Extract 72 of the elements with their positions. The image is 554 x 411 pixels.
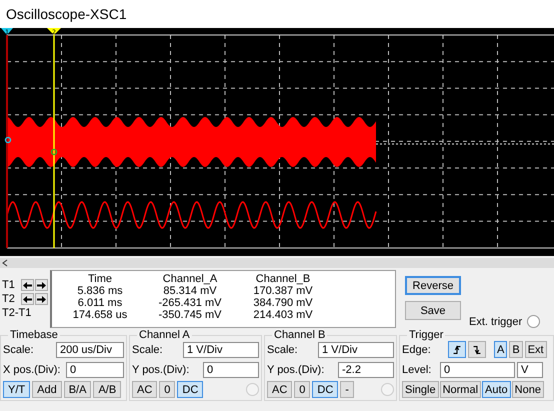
- coupling-button[interactable]: AC: [267, 381, 292, 398]
- window-title: Oscilloscope-XSC1: [6, 6, 127, 22]
- ext-trigger-label: Ext. trigger: [469, 316, 522, 328]
- input-field[interactable]: 0: [440, 362, 515, 378]
- marker-icon: [50, 148, 58, 156]
- cursor-left-button[interactable]: [21, 293, 34, 305]
- radio-button[interactable]: [246, 383, 259, 396]
- column-header: Channel_A: [162, 273, 218, 285]
- save-button[interactable]: Save: [405, 301, 461, 320]
- mode-button[interactable]: Single: [402, 381, 439, 398]
- field-label: X pos.(Div):: [3, 364, 62, 376]
- source-button[interactable]: B: [509, 341, 523, 358]
- coupling-button[interactable]: 0: [294, 381, 310, 398]
- input-field[interactable]: 0: [66, 362, 124, 378]
- radio-button[interactable]: [527, 315, 540, 328]
- falling-edge-button[interactable]: [468, 341, 486, 358]
- input-field[interactable]: 1 V/Div: [318, 342, 394, 358]
- scrollbar[interactable]: [0, 258, 554, 268]
- table-cell-text: 85.314 mV: [162, 285, 218, 297]
- falling-edge-icon: [471, 344, 483, 356]
- coupling-button[interactable]: DC: [312, 381, 338, 398]
- mode-button[interactable]: None: [512, 381, 544, 398]
- coupling-button[interactable]: -: [340, 381, 354, 398]
- input-field[interactable]: 1 V/Div: [183, 342, 259, 358]
- mode-button[interactable]: A/B: [93, 381, 122, 398]
- field-label: Scale:: [267, 344, 299, 356]
- mode-button[interactable]: B/A: [64, 381, 92, 398]
- mode-button[interactable]: Y/T: [3, 381, 30, 398]
- field-label: Scale:: [3, 344, 35, 356]
- group-title: Trigger: [408, 329, 444, 341]
- input-field[interactable]: -2.2: [338, 362, 394, 378]
- cursor-label: T2-T1: [1, 307, 32, 319]
- group-title: Timebase: [9, 329, 59, 341]
- table-cell-text: -350.745 mV: [158, 309, 222, 321]
- table-cell-text: 6.011 ms: [76, 297, 124, 309]
- table-cell-text: -265.431 mV: [158, 297, 222, 309]
- mode-button[interactable]: Auto: [482, 381, 511, 398]
- reverse-button[interactable]: Reverse: [405, 276, 461, 295]
- table-cell-text: 5.836 ms: [76, 285, 124, 297]
- mode-button[interactable]: Normal: [440, 381, 482, 398]
- field-label: Edge:: [402, 344, 432, 356]
- source-button[interactable]: A: [494, 341, 508, 358]
- coupling-button[interactable]: DC: [177, 381, 204, 398]
- cursor-label: T1: [1, 279, 16, 291]
- source-button[interactable]: Ext: [524, 341, 547, 358]
- marker-icon: [4, 136, 12, 144]
- table-cell-text: 214.403 mV: [252, 309, 314, 321]
- radio-button[interactable]: [381, 383, 394, 396]
- rising-edge-button[interactable]: [448, 341, 466, 358]
- cursor-right-button[interactable]: [35, 293, 48, 305]
- coupling-button[interactable]: 0: [159, 381, 176, 398]
- table-cell-text: 170.387 mV: [252, 285, 314, 297]
- group-title: Channel B: [273, 329, 326, 341]
- column-header: Channel_B: [254, 273, 312, 285]
- field-label: Y pos.(Div):: [132, 364, 190, 376]
- field-label: Level:: [402, 364, 432, 376]
- input-field[interactable]: 0: [203, 362, 259, 378]
- unit-field[interactable]: V: [517, 362, 543, 378]
- coupling-button[interactable]: AC: [132, 381, 158, 398]
- field-label: Scale:: [132, 344, 164, 356]
- table-cell-text: 384.790 mV: [252, 297, 314, 309]
- mode-button[interactable]: Add: [32, 381, 62, 398]
- scroll-left-icon[interactable]: [2, 259, 8, 267]
- cursor-label: T2: [1, 293, 16, 305]
- table-cell-text: 174.658 us: [72, 309, 128, 321]
- rising-edge-icon: [451, 344, 463, 356]
- column-header: Time: [86, 273, 114, 285]
- group-title: Channel A: [138, 329, 191, 341]
- field-label: Y pos.(Div):: [267, 364, 326, 376]
- cursor-right-button[interactable]: [35, 279, 48, 291]
- input-field[interactable]: 200 us/Div: [56, 342, 124, 358]
- cursor-left-button[interactable]: [21, 279, 34, 291]
